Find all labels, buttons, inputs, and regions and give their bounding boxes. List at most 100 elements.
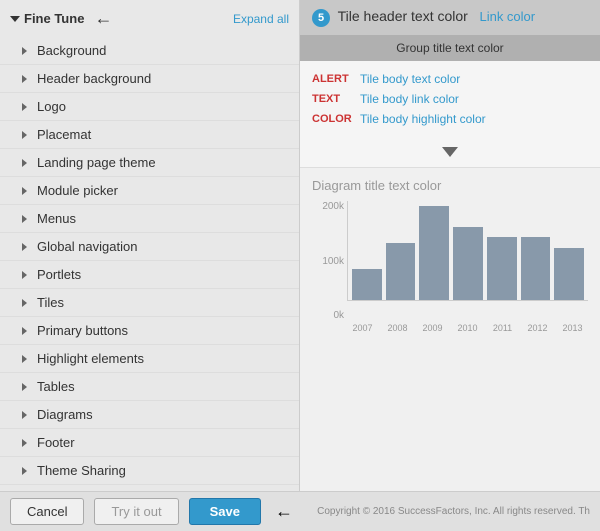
expand-all-link[interactable]: Expand all — [233, 12, 289, 26]
item-arrow-icon — [22, 187, 27, 195]
sidebar-item-tables[interactable]: Tables — [0, 373, 299, 401]
item-arrow-icon — [22, 215, 27, 223]
sidebar-item-label: Theme Sharing — [37, 463, 126, 478]
y-label-100k: 100k — [312, 256, 344, 267]
x-axis-labels: 2007 2008 2009 2010 2011 2012 2013 — [312, 323, 588, 333]
right-panel: 5 Tile header text color Link color Grou… — [300, 0, 600, 491]
item-arrow-icon — [22, 299, 27, 307]
arrow-pointer-left: ← — [94, 8, 112, 29]
chart-container: 200k 100k 0k — [312, 201, 588, 321]
try-it-out-button[interactable]: Try it out — [94, 498, 178, 525]
sidebar-item-label: Background — [37, 43, 106, 58]
fine-tune-label-text: Fine Tune — [24, 11, 84, 26]
sidebar-item-module-picker[interactable]: Module picker — [0, 177, 299, 205]
y-axis-labels: 200k 100k 0k — [312, 201, 344, 321]
sidebar-item-label: Portlets — [37, 267, 81, 282]
sidebar-item-theme-sharing[interactable]: Theme Sharing — [0, 457, 299, 485]
sidebar-item-global-navigation[interactable]: Global navigation — [0, 233, 299, 261]
bottom-bar: Cancel Try it out Save ← Copyright © 201… — [0, 491, 600, 531]
panel-header: 5 Tile header text color Link color — [300, 0, 600, 35]
chart-bar-1 — [386, 243, 416, 300]
chart-bar-0 — [352, 269, 382, 300]
sidebar-item-label: Placemat — [37, 127, 91, 142]
x-label-2008: 2008 — [382, 323, 413, 333]
sidebar-item-label: Diagrams — [37, 407, 93, 422]
item-arrow-icon — [22, 271, 27, 279]
sidebar-item-label: Highlight elements — [37, 351, 144, 366]
sidebar-item-logo[interactable]: Logo — [0, 93, 299, 121]
item-arrow-icon — [22, 47, 27, 55]
sidebar-item-portlets[interactable]: Portlets — [0, 261, 299, 289]
item-arrow-icon — [22, 159, 27, 167]
tile-body-link-color-link[interactable]: Tile body link color — [360, 92, 459, 106]
chart-bar-6 — [554, 248, 584, 300]
sidebar-item-primary-buttons[interactable]: Primary buttons — [0, 317, 299, 345]
tile-body-highlight-color-link[interactable]: Tile body highlight color — [360, 112, 486, 126]
item-arrow-icon — [22, 75, 27, 83]
tile-body-text-color-link[interactable]: Tile body text color — [360, 72, 460, 86]
sidebar-item-label: Primary buttons — [37, 323, 128, 338]
chart-bar-3 — [453, 227, 483, 300]
sidebar-item-label: Tables — [37, 379, 75, 394]
x-label-2011: 2011 — [487, 323, 518, 333]
x-label-2010: 2010 — [452, 323, 483, 333]
text-label: TEXT — [312, 93, 352, 105]
cancel-button[interactable]: Cancel — [10, 498, 84, 525]
x-label-2009: 2009 — [417, 323, 448, 333]
item-arrow-icon — [22, 243, 27, 251]
color-row-text: TEXT Tile body link color — [312, 89, 588, 109]
item-arrow-icon — [22, 131, 27, 139]
sidebar-item-label: Logo — [37, 99, 66, 114]
sidebar-item-header-background[interactable]: Header background — [0, 65, 299, 93]
panel-title: Tile header text color — [338, 8, 468, 24]
x-label-2007: 2007 — [347, 323, 378, 333]
sidebar-item-label: Global navigation — [37, 239, 137, 254]
item-arrow-icon — [22, 355, 27, 363]
dropdown-arrow-container[interactable] — [300, 137, 600, 167]
sidebar-item-label: Tiles — [37, 295, 64, 310]
color-label: COLOR — [312, 113, 352, 125]
diagram-title: Diagram title text color — [312, 178, 588, 193]
item-arrow-icon — [22, 467, 27, 475]
x-label-2013: 2013 — [557, 323, 588, 333]
sidebar-item-diagrams[interactable]: Diagrams — [0, 401, 299, 429]
sidebar-item-placemat[interactable]: Placemat — [0, 121, 299, 149]
y-label-0k: 0k — [312, 310, 344, 321]
item-arrow-icon — [22, 327, 27, 335]
step-badge: 5 — [312, 9, 330, 27]
sidebar-item-label: Landing page theme — [37, 155, 156, 170]
sidebar-item-label: Module picker — [37, 183, 118, 198]
save-button[interactable]: Save — [189, 498, 261, 525]
item-arrow-icon — [22, 103, 27, 111]
sidebar-item-background[interactable]: Background — [0, 37, 299, 65]
sidebar-item-highlight-elements[interactable]: Highlight elements — [0, 345, 299, 373]
chart-bar-2 — [419, 206, 449, 300]
sidebar-item-footer[interactable]: Footer — [0, 429, 299, 457]
diagram-section: Diagram title text color 200k 100k 0k 20… — [300, 167, 600, 491]
sidebar-item-tiles[interactable]: Tiles — [0, 289, 299, 317]
sidebar-item-menus[interactable]: Menus — [0, 205, 299, 233]
sidebar-header: Fine Tune ← Expand all — [0, 0, 299, 37]
x-label-2012: 2012 — [522, 323, 553, 333]
fine-tune-title[interactable]: Fine Tune ← — [10, 8, 112, 29]
bars-container — [348, 201, 588, 300]
collapse-icon — [10, 16, 20, 22]
item-arrow-icon — [22, 411, 27, 419]
alert-label: ALERT — [312, 73, 352, 85]
color-row-color: COLOR Tile body highlight color — [312, 109, 588, 129]
copyright-text: Copyright © 2016 SuccessFactors, Inc. Al… — [303, 506, 590, 517]
chart-bar-5 — [521, 237, 551, 300]
item-arrow-icon — [22, 439, 27, 447]
color-options: ALERT Tile body text color TEXT Tile bod… — [300, 61, 600, 137]
color-row-alert: ALERT Tile body text color — [312, 69, 588, 89]
sidebar-item-label: Header background — [37, 71, 151, 86]
sidebar-item-landing-page-theme[interactable]: Landing page theme — [0, 149, 299, 177]
dropdown-arrow-icon — [442, 147, 458, 157]
panel-header-content: 5 Tile header text color Link color — [312, 8, 535, 27]
link-color-label[interactable]: Link color — [479, 9, 535, 24]
chart-bar-4 — [487, 237, 517, 300]
sidebar-item-label: Menus — [37, 211, 76, 226]
y-label-200k: 200k — [312, 201, 344, 212]
group-title-bar: Group title text color — [300, 35, 600, 61]
sidebar-item-label: Footer — [37, 435, 75, 450]
